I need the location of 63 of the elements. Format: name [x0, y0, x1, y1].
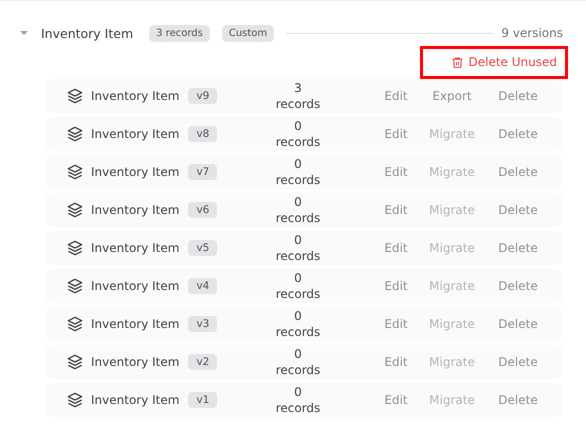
action-link[interactable]: Delete — [485, 317, 551, 331]
action-link[interactable]: Delete — [485, 127, 551, 141]
version-tag: v3 — [188, 316, 218, 332]
action-link[interactable]: Delete — [485, 279, 551, 293]
version-name: Inventory Item — [91, 279, 180, 293]
action-link[interactable]: Edit — [373, 393, 419, 407]
version-name: Inventory Item — [91, 165, 180, 179]
action-link[interactable]: Delete — [485, 203, 551, 217]
layers-icon — [67, 126, 83, 142]
action-link[interactable]: Edit — [373, 165, 419, 179]
layers-icon — [67, 88, 83, 104]
record-count: 0 records — [274, 232, 322, 264]
action-link[interactable]: Delete — [485, 241, 551, 255]
layers-icon — [67, 164, 83, 180]
layers-icon — [67, 240, 83, 256]
caret-icon[interactable] — [19, 28, 29, 38]
layers-icon — [67, 316, 83, 332]
layers-icon — [67, 202, 83, 218]
action-link[interactable]: Edit — [373, 355, 419, 369]
version-tag: v4 — [188, 278, 218, 294]
record-count: 0 records — [274, 194, 322, 226]
version-count: 9 versions — [501, 26, 563, 40]
record-count: 0 records — [274, 118, 322, 150]
record-count: 0 records — [274, 346, 322, 378]
action-link[interactable]: Edit — [373, 127, 419, 141]
version-tag: v2 — [188, 354, 218, 370]
action-link[interactable]: Delete — [485, 355, 551, 369]
version-tag: v6 — [188, 202, 218, 218]
action-link[interactable]: Delete — [485, 165, 551, 179]
layers-icon — [67, 392, 83, 408]
version-name: Inventory Item — [91, 355, 180, 369]
delete-unused-label: Delete Unused — [468, 55, 557, 69]
trash-icon — [450, 56, 464, 68]
tag: Custom — [222, 24, 274, 42]
version-name: Inventory Item — [91, 89, 180, 103]
action-link[interactable]: Delete — [485, 393, 551, 407]
action-link[interactable]: Export — [419, 89, 485, 103]
record-count: 0 records — [274, 384, 322, 416]
version-name: Inventory Item — [91, 127, 180, 141]
version-name: Inventory Item — [91, 393, 180, 407]
version-tag: v1 — [188, 392, 218, 408]
version-tag: v5 — [188, 240, 218, 256]
layers-icon — [67, 278, 83, 294]
record-count: 3 records — [274, 80, 322, 112]
group-title: Inventory Item — [41, 26, 134, 40]
version-name: Inventory Item — [91, 203, 180, 217]
record-count: 0 records — [274, 308, 322, 340]
action-link[interactable]: Edit — [373, 203, 419, 217]
layers-icon — [67, 354, 83, 370]
action-link[interactable]: Delete — [485, 89, 551, 103]
version-tag: v9 — [188, 88, 218, 104]
version-name: Inventory Item — [91, 317, 180, 331]
version-tag: v7 — [188, 164, 218, 180]
action-link[interactable]: Edit — [373, 241, 419, 255]
delete-unused-button[interactable]: Delete Unused — [450, 55, 557, 69]
version-name: Inventory Item — [91, 241, 180, 255]
record-count: 0 records — [274, 270, 322, 302]
action-link[interactable]: Edit — [373, 317, 419, 331]
action-link[interactable]: Edit — [373, 279, 419, 293]
tag: 3 records — [149, 24, 210, 42]
action-link[interactable]: Edit — [373, 89, 419, 103]
version-tag: v8 — [188, 126, 218, 142]
record-count: 0 records — [274, 156, 322, 188]
